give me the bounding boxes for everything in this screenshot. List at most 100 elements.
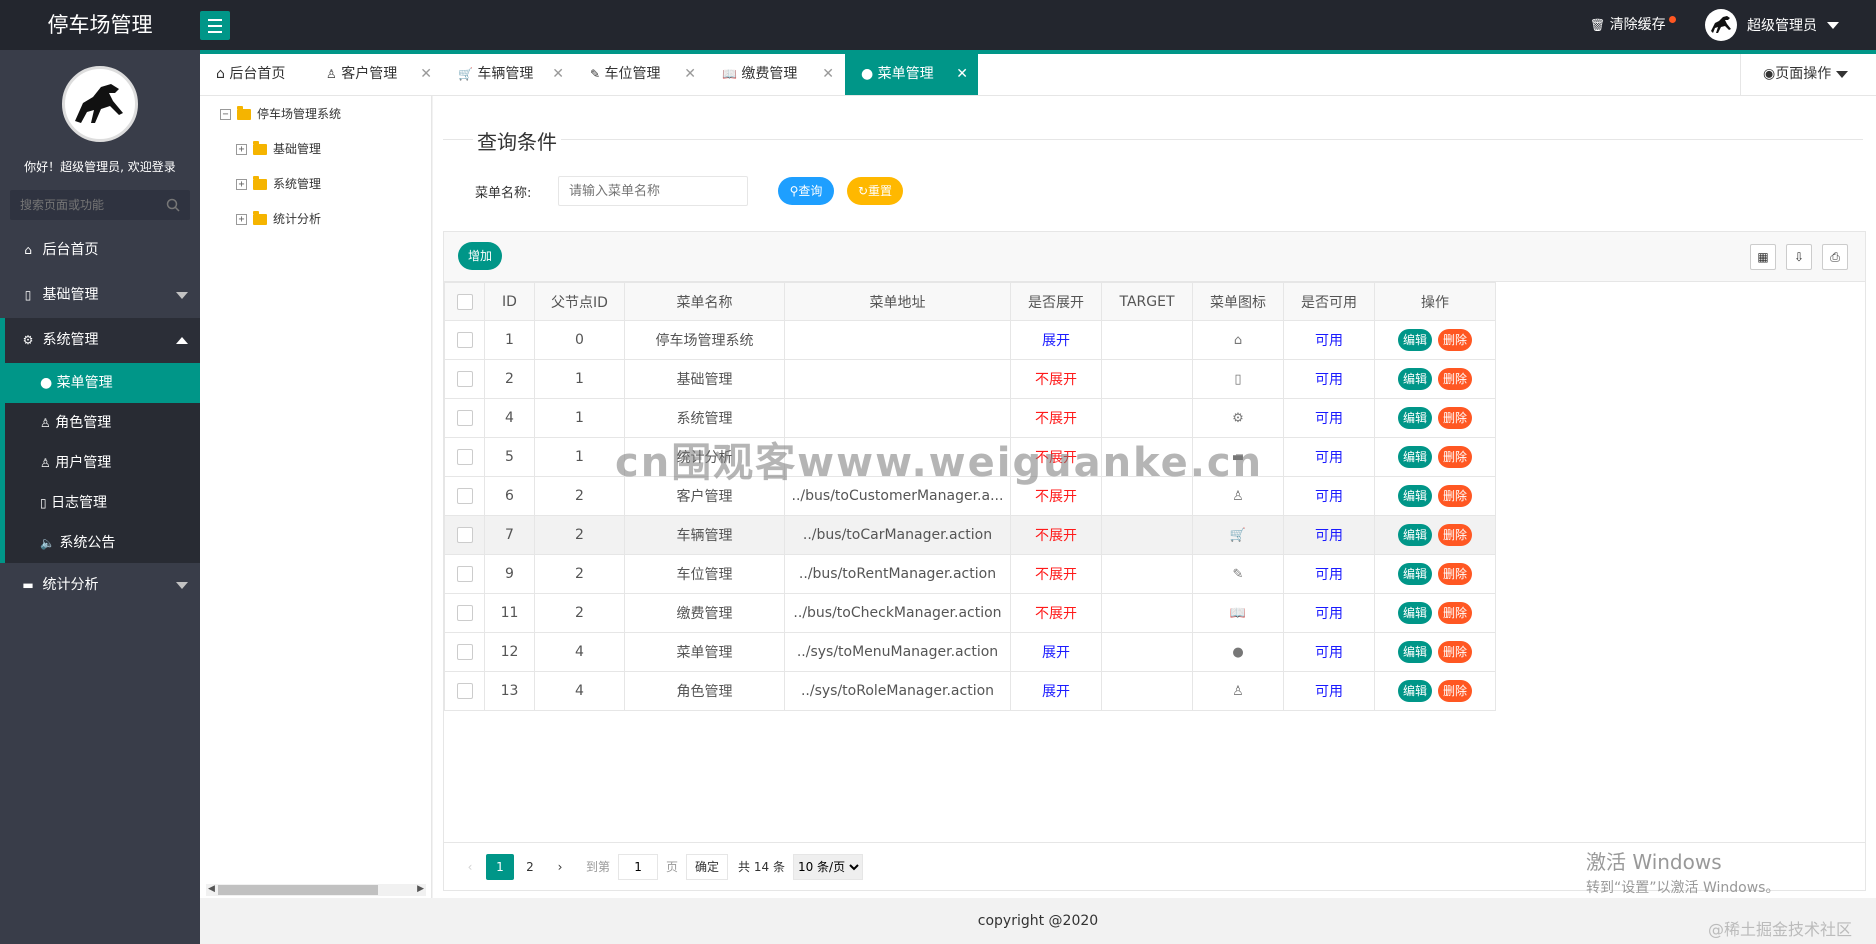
edit-button[interactable]: 编辑 xyxy=(1398,329,1432,351)
column-header[interactable]: TARGET xyxy=(1101,282,1193,321)
edit-button[interactable]: 编辑 xyxy=(1398,524,1432,546)
close-icon[interactable]: ✕ xyxy=(822,54,834,95)
search-icon[interactable] xyxy=(166,198,180,216)
delete-button[interactable]: 删除 xyxy=(1438,407,1472,429)
edit-button[interactable]: 编辑 xyxy=(1398,368,1432,390)
row-checkbox[interactable] xyxy=(456,527,473,543)
row-checkbox[interactable] xyxy=(456,683,473,699)
scroll-right-icon[interactable]: ▶ xyxy=(417,884,424,894)
page-size-select[interactable]: 10 条/页 xyxy=(792,853,863,880)
close-icon[interactable]: ✕ xyxy=(552,54,564,95)
menu-toggle-button[interactable] xyxy=(200,11,230,40)
expand-icon[interactable]: + xyxy=(236,143,247,155)
page-operations-dropdown[interactable]: ◉页面操作 xyxy=(1740,54,1876,95)
table-row[interactable]: 9 2 车位管理 ../bus/toRentManager.action 不展开 ✎ 可用 编… xyxy=(444,554,1496,594)
column-header[interactable]: 是否可用 xyxy=(1283,282,1375,321)
close-icon[interactable]: ✕ xyxy=(684,54,696,95)
print-icon[interactable]: ⎙ xyxy=(1822,244,1848,270)
row-checkbox[interactable] xyxy=(456,371,473,387)
column-header[interactable]: 父节点ID xyxy=(534,282,625,321)
delete-button[interactable]: 删除 xyxy=(1438,329,1472,351)
sidebar-item-basic[interactable]: ▯ 基础管理 xyxy=(0,273,200,318)
tree-node-root[interactable]: − 停车场管理系统 xyxy=(220,104,341,124)
expand-icon[interactable]: + xyxy=(236,213,247,225)
delete-button[interactable]: 删除 xyxy=(1438,563,1472,585)
table-row[interactable]: 2 1 基础管理 不展开 ▯ 可用 编辑 删除 xyxy=(444,359,1496,399)
export-icon[interactable]: ⇩ xyxy=(1786,244,1812,270)
delete-button[interactable]: 删除 xyxy=(1438,680,1472,702)
edit-button[interactable]: 编辑 xyxy=(1398,407,1432,429)
app-title[interactable]: 停车场管理 xyxy=(0,0,200,50)
column-header[interactable]: 是否展开 xyxy=(1010,282,1102,321)
row-checkbox[interactable] xyxy=(456,605,473,621)
row-checkbox[interactable] xyxy=(456,410,473,426)
row-checkbox[interactable] xyxy=(456,644,473,660)
sidebar-item-system[interactable]: ⚙ 系统管理 xyxy=(0,318,200,363)
select-all-checkbox[interactable] xyxy=(456,293,473,310)
search-input[interactable] xyxy=(10,190,190,220)
tab-car[interactable]: 🛒 车辆管理 ✕ xyxy=(442,54,574,95)
add-button[interactable]: 增加 xyxy=(458,242,502,270)
column-header[interactable]: 菜单名称 xyxy=(624,282,785,321)
sidebar-item-notice[interactable]: 🔈 系统公告 xyxy=(5,523,200,563)
goto-page-input[interactable] xyxy=(618,853,659,880)
page-button-2[interactable]: 2 xyxy=(516,854,544,880)
edit-button[interactable]: 编辑 xyxy=(1398,602,1432,624)
sidebar-item-stats[interactable]: ▬ 统计分析 xyxy=(0,563,200,608)
edit-button[interactable]: 编辑 xyxy=(1398,446,1432,468)
table-row[interactable]: 12 4 菜单管理 ../sys/toMenuManager.action 展开 ● 可用 编… xyxy=(444,632,1496,672)
column-header[interactable]: ID xyxy=(484,282,535,321)
admin-menu[interactable]: 超级管理员 xyxy=(1705,0,1839,50)
row-checkbox[interactable] xyxy=(456,332,473,348)
table-row[interactable]: 7 2 车辆管理 ../bus/toCarManager.action 不展开 🛒 可用 编辑… xyxy=(444,515,1496,555)
horizontal-scrollbar[interactable]: ◀ ▶ xyxy=(206,884,426,896)
row-checkbox[interactable] xyxy=(456,566,473,582)
edit-button[interactable]: 编辑 xyxy=(1398,641,1432,663)
delete-button[interactable]: 删除 xyxy=(1438,602,1472,624)
column-header[interactable]: 菜单地址 xyxy=(784,282,1011,321)
tree-node-stats[interactable]: + 统计分析 xyxy=(236,209,321,229)
table-row[interactable]: 1 0 停车场管理系统 展开 ⌂ 可用 编辑 删除 xyxy=(444,320,1496,360)
table-row[interactable]: 13 4 角色管理 ../sys/toRoleManager.action 展开 ♙ 可用 编… xyxy=(444,671,1496,711)
close-icon[interactable]: ✕ xyxy=(956,54,968,95)
delete-button[interactable]: 删除 xyxy=(1438,485,1472,507)
sidebar-item-role-manage[interactable]: ♙ 角色管理 xyxy=(5,403,200,443)
row-checkbox[interactable] xyxy=(456,488,473,504)
delete-button[interactable]: 删除 xyxy=(1438,368,1472,390)
reset-button[interactable]: ↻重置 xyxy=(847,177,903,205)
tab-customer[interactable]: ♙ 客户管理 ✕ xyxy=(310,54,442,95)
column-header[interactable]: 菜单图标 xyxy=(1192,282,1284,321)
sidebar-item-log-manage[interactable]: ▯ 日志管理 xyxy=(5,483,200,523)
page-button-1[interactable]: 1 xyxy=(486,853,514,880)
sidebar-search[interactable] xyxy=(10,190,190,220)
delete-button[interactable]: 删除 xyxy=(1438,524,1472,546)
edit-button[interactable]: 编辑 xyxy=(1398,563,1432,585)
tree-node-basic[interactable]: + 基础管理 xyxy=(236,139,321,159)
prev-page-button[interactable]: ‹ xyxy=(456,854,484,880)
columns-icon[interactable]: ▦ xyxy=(1750,244,1776,270)
confirm-button[interactable]: 确定 xyxy=(686,853,729,880)
edit-button[interactable]: 编辑 xyxy=(1398,680,1432,702)
close-icon[interactable]: ✕ xyxy=(420,54,432,95)
collapse-icon[interactable]: − xyxy=(220,108,231,120)
sidebar-item-user-manage[interactable]: ♙ 用户管理 xyxy=(5,443,200,483)
sidebar-item-menu-manage[interactable]: ● 菜单管理 xyxy=(5,363,200,403)
delete-button[interactable]: 删除 xyxy=(1438,446,1472,468)
next-page-button[interactable]: › xyxy=(546,854,574,880)
tab-home[interactable]: ⌂ 后台首页 xyxy=(200,54,310,95)
table-row[interactable]: 11 2 缴费管理 ../bus/toCheckManager.action 不展开 📖 可… xyxy=(444,593,1496,633)
sidebar-item-home[interactable]: ⌂ 后台首页 xyxy=(0,228,200,273)
tab-parking[interactable]: ✎ 车位管理 ✕ xyxy=(574,54,706,95)
row-checkbox[interactable] xyxy=(456,449,473,465)
edit-button[interactable]: 编辑 xyxy=(1398,485,1432,507)
search-button[interactable]: ⚲查询 xyxy=(778,177,834,205)
tree-node-system[interactable]: + 系统管理 xyxy=(236,174,321,194)
tab-payment[interactable]: 📖 缴费管理 ✕ xyxy=(706,54,844,95)
delete-button[interactable]: 删除 xyxy=(1438,641,1472,663)
scroll-thumb[interactable] xyxy=(218,885,378,895)
menu-name-input[interactable] xyxy=(558,176,748,206)
expand-icon[interactable]: + xyxy=(236,178,247,190)
scroll-left-icon[interactable]: ◀ xyxy=(208,884,215,894)
clear-cache-button[interactable]: 🗑 清除缓存 xyxy=(1590,0,1676,50)
tab-menu[interactable]: ● 菜单管理 ✕ xyxy=(845,54,978,95)
